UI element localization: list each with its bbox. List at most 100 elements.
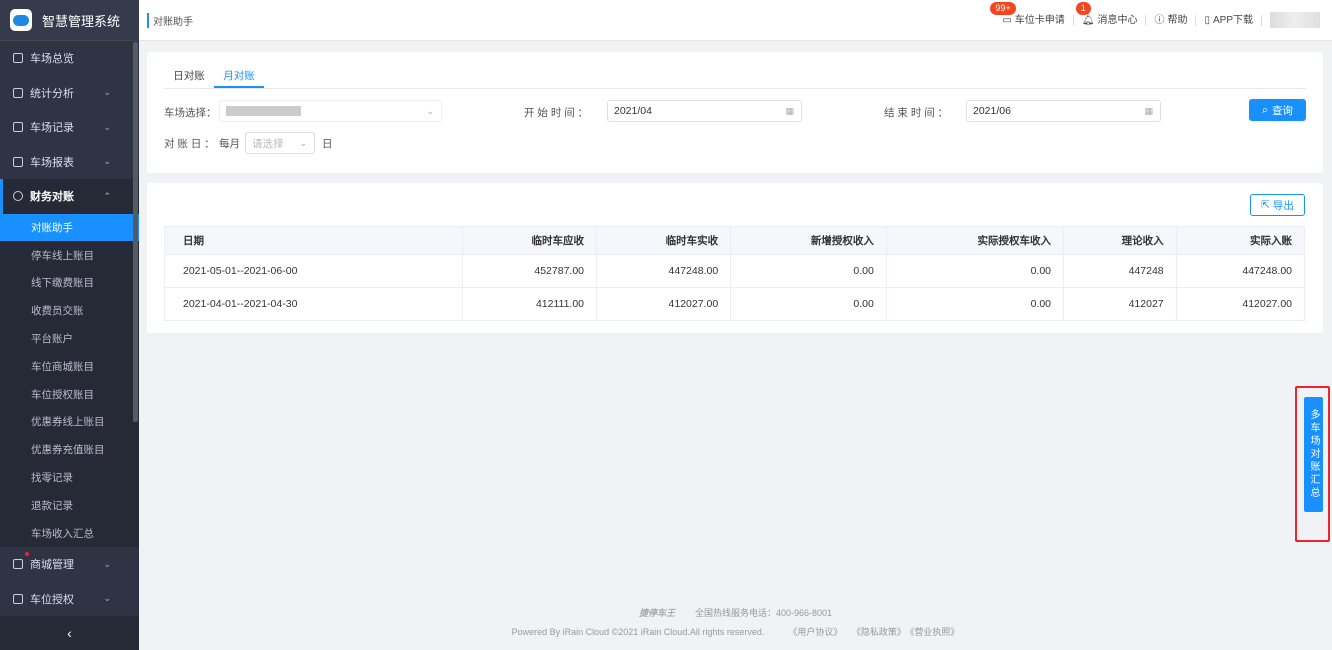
- parking-icon: [13, 53, 23, 64]
- label: 车场报表: [30, 156, 74, 169]
- day-suffix: 日: [322, 138, 333, 150]
- tab-daily[interactable]: 日对账: [164, 68, 214, 88]
- label: APP下载: [1212, 14, 1253, 26]
- start-date-input[interactable]: 2021/04 ▦: [607, 100, 802, 122]
- logo-icon: [10, 9, 32, 31]
- copyright: Powered By iRain Cloud ©2021 iRain Cloud…: [511, 627, 765, 637]
- sidebar: 智慧管理系统 车场总览 统计分析 ⌄ 车场记录 ⌄ 车场报表 ⌄ 财务对账 ⌃ 对账助手…: [0, 0, 139, 650]
- cell: 412027: [1063, 287, 1177, 321]
- card-apply-link[interactable]: 99+ ▭ 车位卡申请: [990, 1, 1074, 26]
- chevron-left-icon: ‹: [67, 625, 72, 641]
- app-download-link[interactable]: ▯ APP下载: [1196, 14, 1262, 26]
- sidebar-item-overview[interactable]: 车场总览: [0, 41, 139, 76]
- help-icon: ⓘ: [1154, 14, 1165, 26]
- cell: 447248.00: [1175, 254, 1306, 288]
- label: 导出: [1272, 199, 1294, 212]
- label: 统计分析: [30, 87, 74, 100]
- label: 车场记录: [30, 122, 74, 135]
- chevron-down-icon: ⌄: [103, 121, 111, 132]
- cell: 2021-05-01--2021-06-00: [164, 254, 463, 288]
- chevron-up-icon: ⌃: [103, 190, 111, 201]
- submenu-item[interactable]: 找零记录: [0, 464, 139, 492]
- tab-monthly[interactable]: 月对账: [214, 68, 264, 88]
- bell-icon: 🔔︎: [1081, 14, 1095, 26]
- lot-select[interactable]: ⌄: [219, 100, 442, 122]
- table-row: 2021-05-01--2021-06-00 452787.00 447248.00…: [164, 254, 1306, 288]
- export-button[interactable]: ⇱ 导出: [1250, 194, 1305, 216]
- multi-lot-summary-button[interactable]: 多车场对账汇总: [1304, 397, 1323, 512]
- collapse-sidebar-button[interactable]: ‹: [0, 616, 139, 650]
- report-icon: [13, 156, 23, 167]
- label: 车位授权: [30, 593, 74, 606]
- submenu-item[interactable]: 车位商城账目: [0, 352, 139, 380]
- sidebar-item-authorization[interactable]: 车位授权 ⌄: [0, 582, 139, 617]
- header: 对账助手 99+ ▭ 车位卡申请 1 🔔︎ 消息中心 ⓘ 帮助 ▯ APP下载: [139, 0, 1332, 41]
- submenu-item[interactable]: 车场收入汇总: [0, 519, 139, 547]
- label: 车位卡申请: [1014, 14, 1065, 26]
- placeholder: 请选择: [252, 137, 284, 150]
- table-row: 2021-04-01--2021-04-30 412111.00 412027.00…: [164, 287, 1306, 321]
- chevron-down-icon: ⌄: [103, 156, 111, 167]
- submenu-item[interactable]: 平台账户: [0, 325, 139, 353]
- help-link[interactable]: ⓘ 帮助: [1146, 14, 1197, 26]
- value: 2021/06: [973, 105, 1011, 117]
- end-date-input[interactable]: 2021/06 ▦: [966, 100, 1161, 122]
- cell: 412111.00: [461, 287, 598, 321]
- notification-dot: [25, 552, 29, 557]
- footer-brand: 捷停车王: [638, 608, 675, 618]
- sidebar-item-mall[interactable]: 商城管理 ⌄: [0, 547, 139, 582]
- multi-lot-summary-highlight: 多车场对账汇总: [1295, 386, 1330, 542]
- cell: 0.00: [885, 254, 1065, 288]
- submenu-item[interactable]: 车位授权账目: [0, 380, 139, 408]
- chevron-down-icon: ⌄: [299, 137, 307, 148]
- day-label: 对 账 日 ：: [164, 138, 215, 150]
- submenu-item[interactable]: 优惠券线上账目: [0, 408, 139, 436]
- query-button[interactable]: ⌕ 查询: [1249, 99, 1306, 121]
- results-card: ⇱ 导出 日期 临时车应收 临时车实收 新增授权收入 实际授权车收入 理论收入 实…: [147, 183, 1323, 333]
- label: 消息中心: [1097, 14, 1138, 26]
- submenu-item[interactable]: 优惠券充值账目: [0, 436, 139, 464]
- day-select[interactable]: 请选择 ⌄: [245, 132, 315, 154]
- lot-label: 车场选择：: [164, 107, 217, 119]
- monthly-label: 每月: [219, 138, 240, 150]
- user-agreement-link[interactable]: 《用户协议》: [788, 627, 842, 637]
- monitor-icon: [13, 87, 23, 98]
- app-title: 智慧管理系统: [42, 13, 121, 29]
- business-license-link[interactable]: 《营业执照》: [910, 627, 960, 637]
- sidebar-item-stats[interactable]: 统计分析 ⌄: [0, 76, 139, 111]
- cell: 2021-04-01--2021-04-30: [164, 287, 463, 321]
- label: 商城管理: [30, 559, 74, 572]
- value: 2021/04: [614, 105, 652, 117]
- chevron-down-icon: ⌄: [103, 558, 111, 569]
- calendar-icon: ▦: [785, 105, 794, 116]
- yen-icon: [13, 191, 23, 202]
- cell: 447248: [1063, 254, 1177, 288]
- user-menu[interactable]: [1270, 12, 1320, 28]
- column-header: 临时车应收: [461, 226, 598, 255]
- badge: 1: [1075, 1, 1091, 15]
- submenu-item[interactable]: 线下缴费账目: [0, 269, 139, 297]
- submenu-item[interactable]: 收费员交账: [0, 297, 139, 325]
- sidebar-scrollbar[interactable]: [133, 42, 138, 422]
- column-header: 实际入账: [1175, 226, 1306, 255]
- sidebar-item-records[interactable]: 车场记录 ⌄: [0, 110, 139, 145]
- column-header: 理论收入: [1063, 226, 1177, 255]
- privacy-policy-link[interactable]: 《隐私政策》: [856, 627, 906, 637]
- sidebar-item-reports[interactable]: 车场报表 ⌄: [0, 145, 139, 180]
- car-icon: [13, 593, 23, 604]
- submenu-item[interactable]: 对账助手: [0, 213, 139, 242]
- label: 查询: [1271, 104, 1293, 117]
- document-icon: [13, 122, 23, 133]
- footer: 捷停车王 全国热线服务电话：400-966-8001 Powered By iRa…: [139, 604, 1332, 642]
- submenu-item[interactable]: 停车线上账目: [0, 241, 139, 269]
- submenu-item[interactable]: 退款记录: [0, 491, 139, 519]
- sidebar-item-finance[interactable]: 财务对账 ⌃: [0, 179, 139, 214]
- start-label: 开 始 时 间 ：: [524, 107, 589, 119]
- breadcrumb: 对账助手: [147, 12, 193, 28]
- finance-group: 财务对账 ⌃ 对账助手 停车线上账目 线下缴费账目 收费员交账 平台账户 车位商城…: [0, 179, 139, 548]
- message-center-link[interactable]: 1 🔔︎ 消息中心: [1074, 1, 1147, 26]
- end-label: 结 束 时 间 ：: [884, 107, 949, 119]
- chevron-down-icon: ⌄: [103, 87, 111, 98]
- cell: 447248.00: [596, 254, 732, 288]
- cell: 0.00: [885, 287, 1065, 321]
